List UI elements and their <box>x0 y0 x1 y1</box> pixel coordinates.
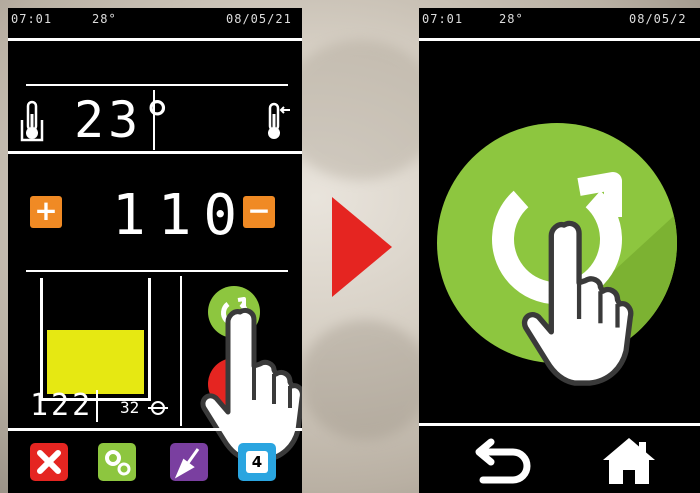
divider <box>153 90 155 150</box>
tools-button[interactable] <box>30 443 68 481</box>
broom-icon <box>174 448 200 479</box>
transition-arrow <box>332 197 392 297</box>
tools-icon <box>37 450 61 474</box>
level-fill <box>47 330 144 394</box>
back-button[interactable] <box>467 438 537 488</box>
thermometer-tank-icon <box>20 100 44 148</box>
settings-button[interactable] <box>98 443 136 481</box>
counter-badge: 4 <box>246 451 268 473</box>
status-temperature: 28° <box>92 12 117 26</box>
left-device-screen: 07:01 28° 08/05/21 23° + 110 − 122 32 4 <box>8 8 302 493</box>
status-date: 08/05/21 <box>226 12 292 26</box>
divider <box>26 270 288 272</box>
level-unit: 32 <box>120 398 140 417</box>
divider <box>96 390 98 422</box>
counter-button[interactable]: 4 <box>238 443 276 481</box>
status-bar: 07:01 28° 08/05/21 <box>8 8 302 32</box>
status-time: 07:01 <box>11 12 53 26</box>
background-blot <box>280 40 440 180</box>
divider <box>180 276 182 426</box>
home-icon <box>603 438 655 484</box>
status-time: 07:01 <box>422 12 464 26</box>
home-button[interactable] <box>599 434 659 486</box>
divider <box>8 428 302 431</box>
thermometer-set-icon[interactable] <box>264 102 292 146</box>
divider <box>419 423 700 426</box>
level-value: 122 <box>30 388 94 423</box>
hand-pointer-icon <box>515 216 641 394</box>
plus-button[interactable]: + <box>30 196 62 228</box>
status-temperature: 28° <box>499 12 524 26</box>
background-blot <box>300 320 430 440</box>
minus-button[interactable]: − <box>243 196 275 228</box>
count-display: 110 <box>112 183 250 248</box>
divider <box>8 38 302 41</box>
divider <box>8 151 302 154</box>
gear-icon <box>105 450 131 476</box>
divider <box>419 38 700 41</box>
right-device-screen: 07:01 28° 08/05/2 <box>419 8 700 493</box>
level-tank <box>40 278 151 401</box>
back-arrow-icon <box>475 438 531 484</box>
status-bar: 07:01 28° 08/05/2 <box>419 8 700 32</box>
divider <box>26 84 288 86</box>
temperature-display: 23° <box>74 91 177 149</box>
clean-button[interactable] <box>170 443 208 481</box>
target-icon <box>146 398 170 422</box>
status-date: 08/05/2 <box>629 12 687 26</box>
